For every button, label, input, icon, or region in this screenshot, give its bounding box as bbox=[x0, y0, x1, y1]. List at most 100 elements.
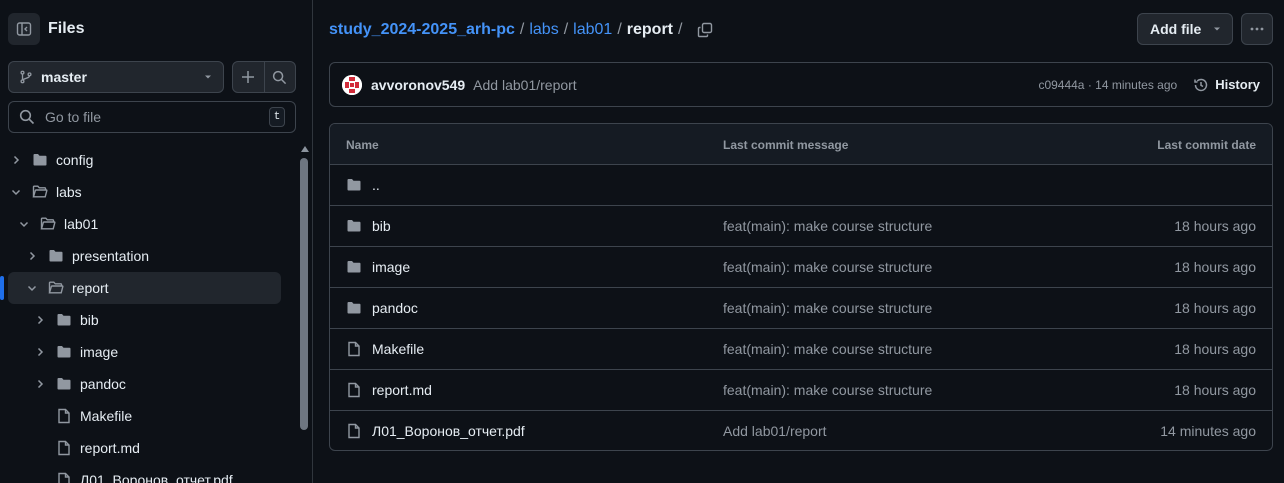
tree-item-makefile[interactable]: Makefile bbox=[0, 400, 296, 432]
more-options-button[interactable] bbox=[1241, 13, 1273, 45]
breadcrumb-current: report bbox=[626, 21, 673, 38]
folder-icon bbox=[346, 300, 362, 316]
commit-message-link[interactable]: Add lab01/report bbox=[723, 423, 827, 439]
tree-item-label: labs bbox=[56, 184, 82, 200]
table-row[interactable]: pandoc feat(main): make course structure 1… bbox=[330, 288, 1272, 329]
tree-item-label: bib bbox=[80, 312, 99, 328]
tree-item-labs[interactable]: labs bbox=[0, 176, 296, 208]
commit-message-link[interactable]: feat(main): make course structure bbox=[723, 382, 932, 398]
tree-item-image[interactable]: image bbox=[0, 336, 296, 368]
branch-row: master bbox=[8, 61, 296, 93]
commit-message-link[interactable]: feat(main): make course structure bbox=[723, 341, 932, 357]
folder-icon bbox=[32, 152, 48, 168]
tree-item-label: config bbox=[56, 152, 94, 168]
breadcrumb-separator: / bbox=[519, 21, 525, 38]
tree-item-config[interactable]: config bbox=[0, 144, 296, 176]
table-row[interactable]: Л01_Воронов_отчет.pdf Add lab01/report 14 … bbox=[330, 411, 1272, 450]
table-row[interactable]: Makefile feat(main): make course structur… bbox=[330, 329, 1272, 370]
tree-item-report-md[interactable]: report.md bbox=[0, 432, 296, 464]
sidebar-scrollbar[interactable] bbox=[298, 144, 312, 483]
file-name-link[interactable]: .. bbox=[372, 177, 380, 193]
git-branch-icon bbox=[20, 70, 32, 84]
search-icon bbox=[19, 109, 35, 125]
scroll-up-arrow-icon[interactable] bbox=[301, 146, 309, 152]
breadcrumb: study_2024-2025_arh-pc / labs / lab01 / … bbox=[329, 19, 713, 41]
tree-item-report[interactable]: report bbox=[8, 272, 281, 304]
file-name-link[interactable]: bib bbox=[372, 218, 391, 234]
chevron-right-icon[interactable] bbox=[32, 376, 48, 392]
file-name-link[interactable]: pandoc bbox=[372, 300, 418, 316]
chevron-down-icon[interactable] bbox=[8, 184, 24, 200]
file-icon bbox=[346, 423, 362, 439]
tree-item-presentation[interactable]: presentation bbox=[0, 240, 296, 272]
go-to-file-input[interactable]: Go to file t bbox=[8, 101, 296, 133]
chevron-right-icon[interactable] bbox=[32, 312, 48, 328]
go-to-file-placeholder: Go to file bbox=[45, 109, 102, 125]
file-name-link[interactable]: report.md bbox=[372, 382, 432, 398]
breadcrumb-repo-link[interactable]: study_2024-2025_arh-pc bbox=[329, 21, 515, 39]
commit-message[interactable]: Add lab01/report bbox=[473, 77, 577, 93]
breadcrumb-lab01-link[interactable]: lab01 bbox=[573, 21, 612, 39]
collapse-sidebar-button[interactable] bbox=[8, 13, 40, 45]
scrollbar-thumb[interactable] bbox=[300, 158, 308, 430]
tree-item-label: presentation bbox=[72, 248, 150, 264]
file-name-link[interactable]: Makefile bbox=[372, 341, 424, 357]
sidebar-collapse-icon bbox=[16, 22, 32, 36]
chevron-down-icon[interactable] bbox=[16, 216, 32, 232]
tree-item-bib[interactable]: bib bbox=[0, 304, 296, 336]
folder-open-icon bbox=[32, 184, 48, 200]
chevron-right-icon[interactable] bbox=[32, 344, 48, 360]
commit-date: 18 hours ago bbox=[1174, 218, 1256, 234]
branch-name: master bbox=[41, 69, 87, 85]
commit-date: 18 hours ago bbox=[1174, 300, 1256, 316]
copy-path-button[interactable] bbox=[697, 22, 713, 38]
chevron-right-icon[interactable] bbox=[8, 152, 24, 168]
tree-item-label: image bbox=[80, 344, 119, 360]
folder-icon bbox=[346, 218, 362, 234]
commit-message-link[interactable]: feat(main): make course structure bbox=[723, 259, 932, 275]
chevron-down-icon[interactable] bbox=[24, 280, 40, 296]
identicon-icon bbox=[342, 74, 362, 95]
column-header-name: Name bbox=[346, 138, 379, 152]
add-file-button[interactable]: Add file bbox=[1137, 13, 1233, 45]
tree-item-label: report.md bbox=[80, 440, 140, 456]
commit-date: 18 hours ago bbox=[1174, 382, 1256, 398]
branch-selector[interactable]: master bbox=[8, 61, 224, 93]
commit-date: 18 hours ago bbox=[1174, 341, 1256, 357]
file-name-link[interactable]: Л01_Воронов_отчет.pdf bbox=[372, 423, 525, 439]
column-header-date: Last commit date bbox=[1157, 138, 1256, 152]
file-icon bbox=[346, 341, 362, 357]
chevron-right-icon[interactable] bbox=[24, 248, 40, 264]
table-row[interactable]: report.md feat(main): make course structu… bbox=[330, 370, 1272, 411]
tree-item-л01-воронов-отчет-pdf[interactable]: Л01_Воронов_отчет.pdf bbox=[0, 464, 296, 483]
table-row[interactable]: .. bbox=[330, 165, 1272, 206]
breadcrumb-separator: / bbox=[678, 21, 683, 38]
folder-icon bbox=[346, 259, 362, 275]
sidebar-title: Files bbox=[48, 20, 85, 37]
copy-icon bbox=[698, 22, 713, 38]
file-icon bbox=[346, 382, 362, 398]
commit-author[interactable]: avvoronov549 bbox=[371, 77, 465, 93]
caret-down-icon bbox=[1214, 27, 1220, 31]
kebab-horizontal-icon bbox=[1250, 27, 1264, 31]
commit-message-link[interactable]: feat(main): make course structure bbox=[723, 300, 932, 316]
history-label: History bbox=[1215, 77, 1260, 92]
tree-item-label: pandoc bbox=[80, 376, 126, 392]
commit-message-link[interactable]: feat(main): make course structure bbox=[723, 218, 932, 234]
plus-icon bbox=[242, 71, 255, 83]
search-tree-button[interactable] bbox=[265, 62, 296, 92]
tree-item-lab01[interactable]: lab01 bbox=[0, 208, 296, 240]
breadcrumb-labs-link[interactable]: labs bbox=[529, 21, 558, 39]
folder-open-icon bbox=[48, 280, 64, 296]
table-row[interactable]: bib feat(main): make course structure 18 h… bbox=[330, 206, 1272, 247]
tree-item-pandoc[interactable]: pandoc bbox=[0, 368, 296, 400]
add-file-tree-button[interactable] bbox=[233, 62, 265, 92]
avatar[interactable] bbox=[342, 74, 362, 95]
file-name-link[interactable]: image bbox=[372, 259, 410, 275]
folder-icon bbox=[346, 177, 362, 193]
history-button[interactable]: History bbox=[1193, 77, 1260, 93]
commit-meta[interactable]: c09444a · 14 minutes ago bbox=[1038, 78, 1177, 92]
table-row[interactable]: image feat(main): make course structure 18… bbox=[330, 247, 1272, 288]
folder-icon bbox=[48, 248, 64, 264]
